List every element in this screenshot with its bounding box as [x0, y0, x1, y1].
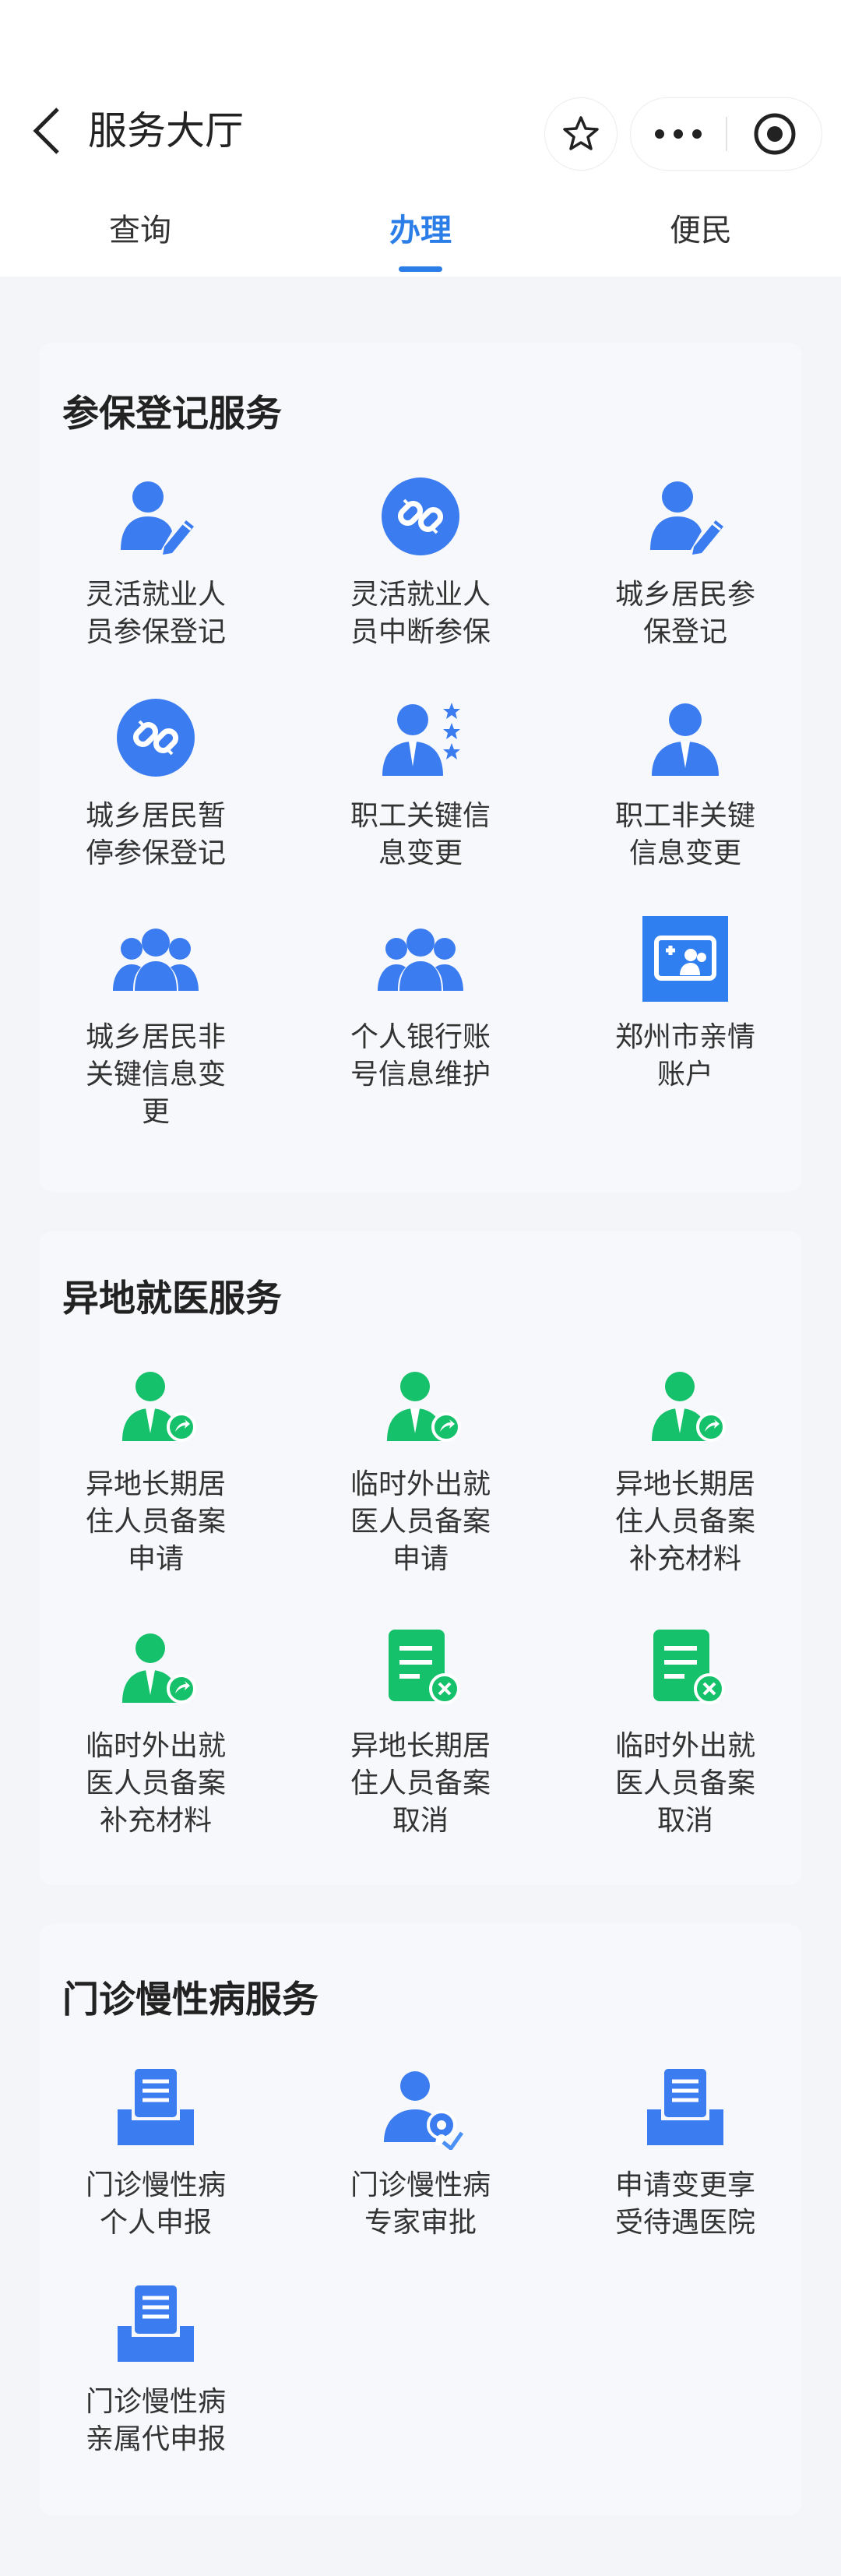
group-icon	[113, 916, 199, 1002]
service-label: 门诊慢性病亲属代申报	[85, 2386, 226, 2455]
service-label: 个人银行账号信息维护	[350, 1021, 491, 1091]
service-item-long-term-supplement[interactable]: 异地长期居住人员备案补充材料	[568, 1363, 802, 1578]
service-label: 城乡居民暂停参保登记	[85, 800, 226, 869]
service-item-flexible-registration[interactable]: 灵活就业人员参保登记	[39, 474, 273, 651]
section-title: 异地就医服务	[62, 1277, 282, 1320]
doctor-share-icon	[113, 1625, 199, 1711]
doctor-share-icon	[378, 1363, 463, 1449]
section-title: 门诊慢性病服务	[62, 1979, 318, 2021]
tab-handle-label: 办理	[389, 213, 452, 248]
expert-approve-icon	[378, 2064, 463, 2150]
person-edit-icon	[642, 474, 728, 559]
miniprogram-capsule	[631, 98, 822, 170]
service-label: 城乡居民非关键信息变更	[85, 1021, 226, 1128]
navigation-bar: 服务大厅	[0, 78, 841, 187]
service-label: 临时外出就医人员备案取消	[614, 1730, 755, 1837]
service-label: 灵活就业人员中断参保	[350, 579, 491, 648]
service-item-proxy-declaration[interactable]: 门诊慢性病亲属代申报	[39, 2281, 273, 2458]
service-label: 职工关键信息变更	[350, 800, 491, 869]
doctor-share-icon	[113, 1363, 199, 1449]
person-star-icon	[378, 695, 463, 781]
section-title: 参保登记服务	[62, 393, 282, 435]
service-item-resident-suspend[interactable]: 城乡居民暂停参保登记	[39, 695, 273, 872]
service-label: 申请变更享受待遇医院	[614, 2169, 755, 2239]
service-item-personal-declaration[interactable]: 门诊慢性病个人申报	[39, 2064, 273, 2242]
doctor-share-icon	[642, 1363, 728, 1449]
document-cancel-icon	[642, 1625, 728, 1711]
chevron-left-icon	[33, 107, 59, 154]
service-item-temporary-cancel[interactable]: 临时外出就医人员备案取消	[568, 1625, 802, 1840]
service-label: 异地长期居住人员备案补充材料	[614, 1468, 755, 1575]
service-item-temporary-supplement[interactable]: 临时外出就医人员备案补充材料	[39, 1625, 273, 1840]
favorite-button[interactable]	[545, 98, 617, 170]
service-item-family-account[interactable]: 郑州市亲情账户	[568, 916, 802, 1094]
tray-document-icon	[642, 2064, 728, 2150]
tray-document-icon	[113, 2281, 199, 2366]
service-label: 郑州市亲情账户	[614, 1021, 755, 1091]
service-label: 门诊慢性病个人申报	[85, 2169, 226, 2239]
tray-document-icon	[113, 2064, 199, 2150]
service-item-employee-nonkey-info[interactable]: 职工非关键信息变更	[568, 695, 802, 872]
star-icon	[563, 116, 599, 150]
service-item-bank-account[interactable]: 个人银行账号信息维护	[304, 916, 537, 1094]
section-card-chronic-disease: 门诊慢性病服务 门诊慢性病个人申报 门诊慢性病专家审批 申请变更享受待遇医院 门…	[39, 1924, 802, 2516]
service-item-long-term-cancel[interactable]: 异地长期居住人员备案取消	[304, 1625, 537, 1840]
service-item-flexible-suspend[interactable]: 灵活就业人员中断参保	[304, 474, 537, 651]
target-icon	[754, 113, 795, 155]
service-item-expert-approval[interactable]: 门诊慢性病专家审批	[304, 2064, 537, 2242]
more-button[interactable]	[631, 98, 726, 170]
service-item-long-term-apply[interactable]: 异地长期居住人员备案申请	[39, 1363, 273, 1578]
tab-query[interactable]: 查询	[0, 203, 280, 277]
service-label: 门诊慢性病专家审批	[350, 2169, 491, 2239]
page-title: 服务大厅	[88, 108, 244, 153]
person-edit-icon	[113, 474, 199, 559]
app-header: 服务大厅 查询 办理 便民	[0, 0, 841, 277]
person-tie-icon	[642, 695, 728, 781]
document-cancel-icon	[378, 1625, 463, 1711]
section-card-remote-medical: 异地就医服务 异地长期居住人员备案申请 临时外出就医人员备案申请 异地长期居住人…	[39, 1231, 802, 1885]
service-label: 临时外出就医人员备案补充材料	[85, 1730, 226, 1837]
section-card-insurance-registration: 参保登记服务 灵活就业人员参保登记 灵活就业人员中断参保 城乡居民参保登记 城乡…	[39, 343, 802, 1192]
service-label: 异地长期居住人员备案申请	[85, 1468, 226, 1575]
family-account-icon	[642, 916, 728, 1002]
service-item-temporary-apply[interactable]: 临时外出就医人员备案申请	[304, 1363, 537, 1578]
more-dots-icon	[655, 129, 702, 139]
broken-link-icon	[113, 695, 199, 781]
broken-link-icon	[378, 474, 463, 559]
service-label: 灵活就业人员参保登记	[85, 579, 226, 648]
group-icon	[378, 916, 463, 1002]
service-label: 城乡居民参保登记	[614, 579, 755, 648]
service-item-resident-nonkey-info[interactable]: 城乡居民非关键信息变更	[39, 916, 273, 1131]
tab-bar: 查询 办理 便民	[0, 203, 841, 277]
service-item-change-hospital[interactable]: 申请变更享受待遇医院	[568, 2064, 802, 2242]
back-button[interactable]	[23, 100, 70, 162]
tab-convenience[interactable]: 便民	[561, 203, 841, 277]
service-label: 异地长期居住人员备案取消	[350, 1730, 491, 1837]
tab-handle[interactable]: 办理	[280, 203, 561, 277]
service-item-employee-key-info[interactable]: 职工关键信息变更	[304, 695, 537, 872]
service-item-resident-registration[interactable]: 城乡居民参保登记	[568, 474, 802, 651]
active-tab-indicator	[399, 266, 442, 272]
service-label: 职工非关键信息变更	[614, 800, 755, 869]
close-miniprogram-button[interactable]	[727, 98, 822, 170]
service-label: 临时外出就医人员备案申请	[350, 1468, 491, 1575]
